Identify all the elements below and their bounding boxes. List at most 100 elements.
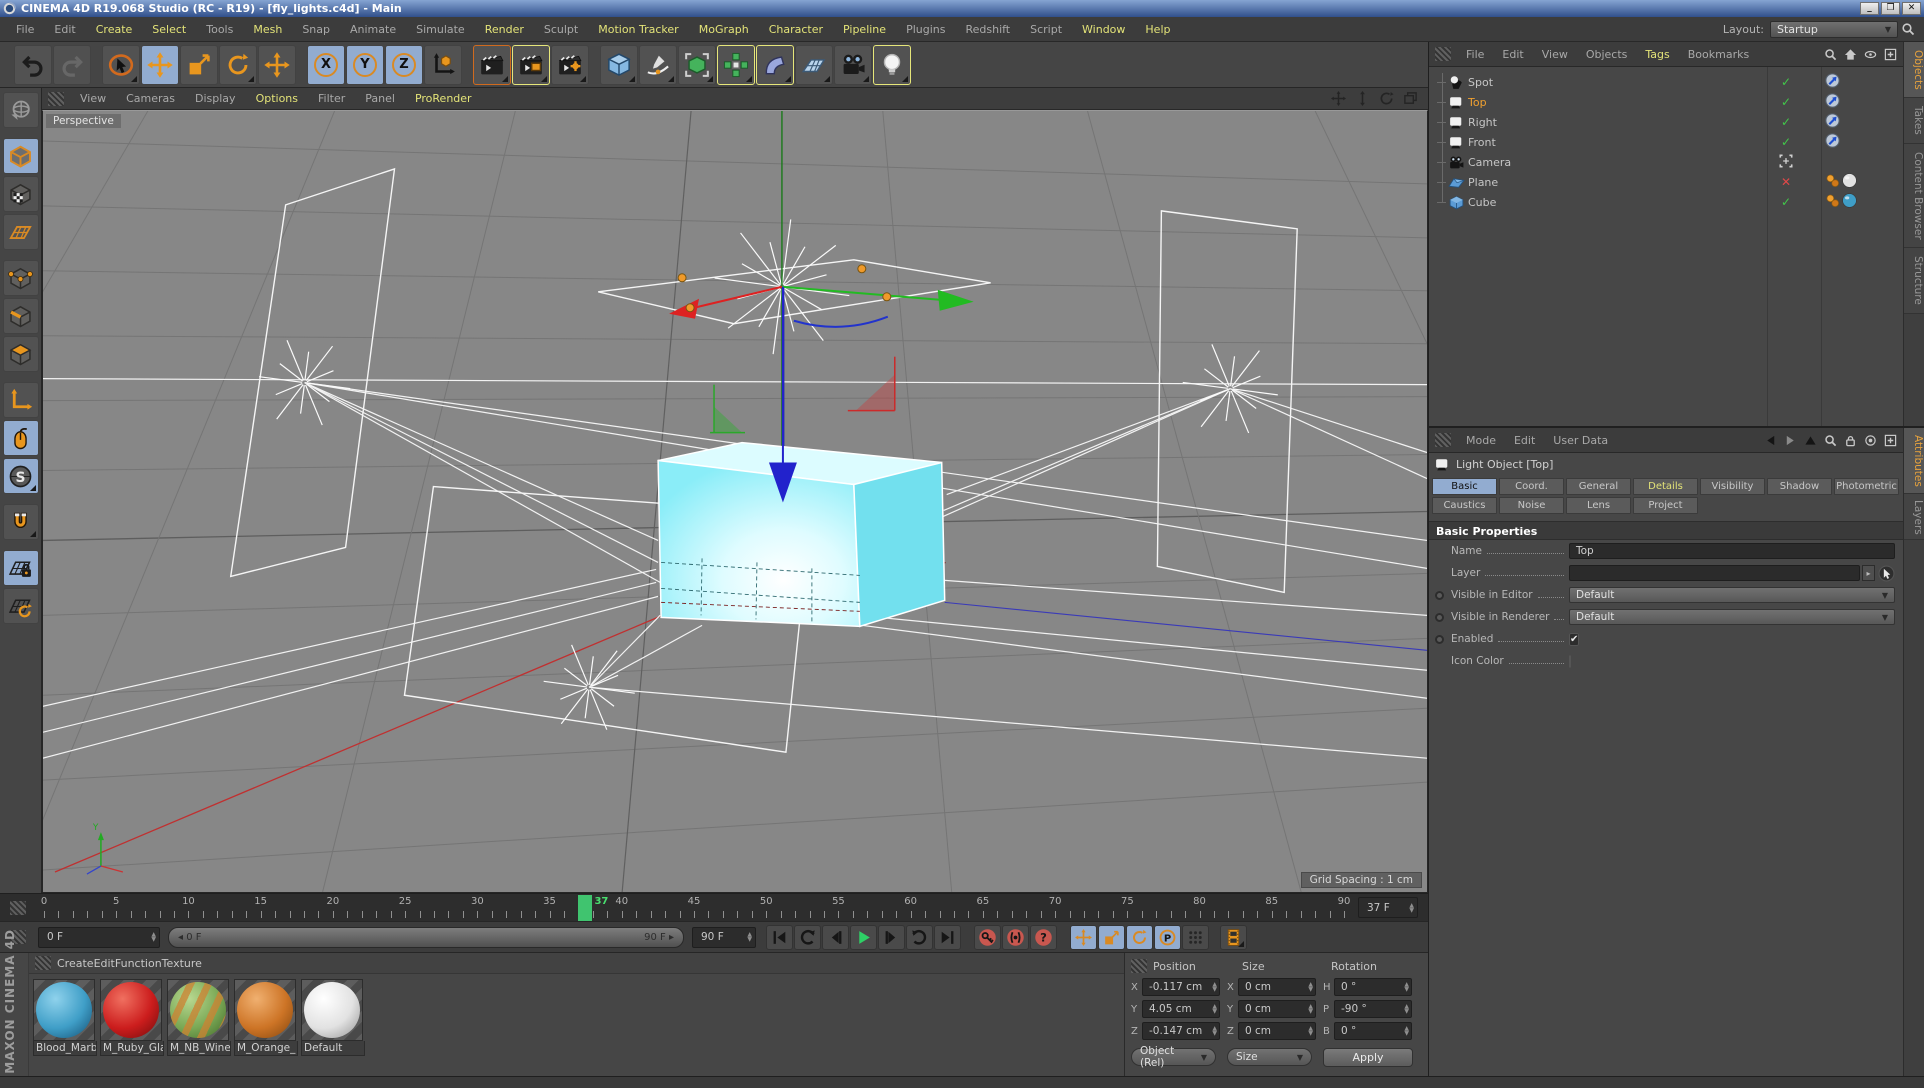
keyframe-selection-button[interactable]	[1220, 925, 1247, 950]
drag-handle[interactable]	[48, 92, 64, 106]
minimize-button[interactable]: _	[1860, 2, 1879, 15]
menu-tools[interactable]: Tools	[196, 23, 243, 36]
attribute-menu-user-data[interactable]: User Data	[1544, 434, 1617, 447]
material-menu-texture[interactable]: Texture	[162, 957, 202, 970]
keyframe-circle-icon[interactable]	[1435, 613, 1444, 622]
close-button[interactable]: ✕	[1902, 2, 1921, 15]
menu-mograph[interactable]: MoGraph	[689, 23, 759, 36]
target-tag-icon[interactable]	[1825, 93, 1842, 111]
attribute-manager-tab-layers[interactable]: Layers	[1904, 494, 1924, 540]
add-icon[interactable]	[1881, 432, 1899, 448]
render-settings-button[interactable]	[551, 45, 589, 85]
object-menu-bookmarks[interactable]: Bookmarks	[1679, 48, 1758, 61]
viewport-menu-cameras[interactable]: Cameras	[116, 92, 185, 105]
menu-motion-tracker[interactable]: Motion Tracker	[588, 23, 688, 36]
lock-y-axis-button[interactable]: Y	[346, 45, 384, 85]
size-y-input[interactable]: 0 cm▲▼	[1238, 1000, 1316, 1018]
object-manager-tab-objects[interactable]: Objects	[1904, 42, 1924, 98]
workplane-rotate-button[interactable]	[3, 588, 39, 624]
visible-renderer-select[interactable]: Default▼	[1569, 609, 1895, 625]
material-m_ruby_gla[interactable]: M_Ruby_Gla	[100, 979, 164, 1056]
viewport-canvas[interactable]: Perspective Y Grid Spacing : 1 cm	[42, 110, 1428, 893]
play-forwards-button[interactable]	[906, 925, 933, 950]
keyframe-pla-toggle[interactable]	[1182, 925, 1209, 950]
enable-state-icon[interactable]	[1778, 153, 1794, 172]
object-menu-edit[interactable]: Edit	[1493, 48, 1532, 61]
range-end-spinner[interactable]: 90 F▲▼	[692, 927, 756, 948]
viewport-menu-options[interactable]: Options	[246, 92, 308, 105]
coordinate-system-button[interactable]	[424, 45, 462, 85]
keyframe-circle-icon[interactable]	[1435, 635, 1444, 644]
object-menu-tags[interactable]: Tags	[1636, 48, 1678, 61]
floor-button[interactable]	[795, 45, 833, 85]
tab-details[interactable]: Details	[1633, 478, 1698, 495]
keyframe-parameter-toggle[interactable]: P	[1154, 925, 1181, 950]
model-mode-button[interactable]	[3, 138, 39, 174]
object-manager-tab-structure[interactable]: Structure	[1904, 248, 1924, 314]
menu-mesh[interactable]: Mesh	[243, 23, 292, 36]
enabled-checkbox[interactable]: ✔	[1569, 633, 1579, 646]
coordinate-mode-select[interactable]: Object (Rel)▼	[1131, 1048, 1216, 1066]
subdivision-surface-button[interactable]	[678, 45, 716, 85]
material-m_orange_[interactable]: M_Orange_	[234, 979, 298, 1056]
keyframe-rotation-toggle[interactable]	[1126, 925, 1153, 950]
drag-handle[interactable]	[1435, 433, 1451, 447]
timeline-ruler[interactable]: 0510152025303540455055606570758085903737…	[0, 893, 1428, 921]
viewport-rotate-icon[interactable]	[1376, 91, 1396, 107]
next-frame-button[interactable]	[878, 925, 905, 950]
drag-handle[interactable]	[35, 956, 51, 970]
enable-snap-button[interactable]	[3, 504, 39, 540]
tab-coord[interactable]: Coord.	[1499, 478, 1564, 495]
object-row-top[interactable]: Top✓	[1429, 92, 1903, 112]
material-menu-function[interactable]: Function	[115, 957, 162, 970]
material-default[interactable]: Default	[301, 979, 365, 1056]
previous-frame-button[interactable]	[822, 925, 849, 950]
viewport-menu-prorender[interactable]: ProRender	[405, 92, 482, 105]
menu-plugins[interactable]: Plugins	[896, 23, 955, 36]
snap-sphere-button[interactable]: S	[3, 458, 39, 494]
menu-animate[interactable]: Animate	[340, 23, 406, 36]
layer-input[interactable]	[1569, 565, 1860, 581]
menu-select[interactable]: Select	[142, 23, 196, 36]
enable-state-icon[interactable]: ✓	[1778, 115, 1794, 129]
pen-spline-button[interactable]	[639, 45, 677, 85]
object-menu-file[interactable]: File	[1457, 48, 1493, 61]
light-button[interactable]	[873, 45, 911, 85]
name-input[interactable]: Top	[1569, 543, 1895, 559]
object-menu-view[interactable]: View	[1533, 48, 1577, 61]
visible-editor-select[interactable]: Default▼	[1569, 587, 1895, 603]
play-backwards-button[interactable]	[794, 925, 821, 950]
tab-project[interactable]: Project	[1633, 497, 1698, 514]
current-frame-spinner[interactable]: 37 F▲▼	[1358, 897, 1418, 918]
enable-state-icon[interactable]: ✓	[1778, 95, 1794, 109]
texture-mode-button[interactable]	[3, 176, 39, 212]
target-tag-icon[interactable]	[1825, 113, 1842, 131]
menu-redshift[interactable]: Redshift	[955, 23, 1020, 36]
viewport-menu-filter[interactable]: Filter	[308, 92, 355, 105]
menu-snap[interactable]: Snap	[292, 23, 340, 36]
layer-menu-button[interactable]: ▸	[1862, 565, 1875, 581]
position-z-input[interactable]: -0.147 cm▲▼	[1142, 1022, 1220, 1040]
tab-photometric[interactable]: Photometric	[1834, 478, 1899, 495]
edges-mode-button[interactable]	[3, 298, 39, 334]
drag-handle[interactable]	[1435, 47, 1451, 61]
material-blood_marb[interactable]: Blood_Marb	[33, 979, 97, 1056]
enable-state-icon[interactable]: ✓	[1778, 135, 1794, 149]
lock-icon[interactable]	[1841, 432, 1859, 448]
position-x-input[interactable]: -0.117 cm▲▼	[1142, 978, 1220, 996]
tab-caustics[interactable]: Caustics	[1432, 497, 1497, 514]
menu-script[interactable]: Script	[1020, 23, 1072, 36]
viewport-menu-display[interactable]: Display	[185, 92, 246, 105]
menu-pipeline[interactable]: Pipeline	[833, 23, 896, 36]
drag-handle[interactable]	[10, 901, 26, 915]
material-thumbnail[interactable]	[167, 979, 229, 1041]
apply-button[interactable]: Apply	[1323, 1048, 1413, 1067]
object-row-plane[interactable]: Plane✕	[1429, 172, 1903, 192]
material-thumbnail[interactable]	[301, 979, 363, 1041]
target-icon[interactable]	[1861, 432, 1879, 448]
lock-x-axis-button[interactable]: X	[307, 45, 345, 85]
rotation-h-input[interactable]: 0 °▲▼	[1334, 978, 1412, 996]
play-button[interactable]	[850, 925, 877, 950]
keyframe-position-toggle[interactable]	[1070, 925, 1097, 950]
size-mode-select[interactable]: Size▼	[1227, 1048, 1312, 1066]
